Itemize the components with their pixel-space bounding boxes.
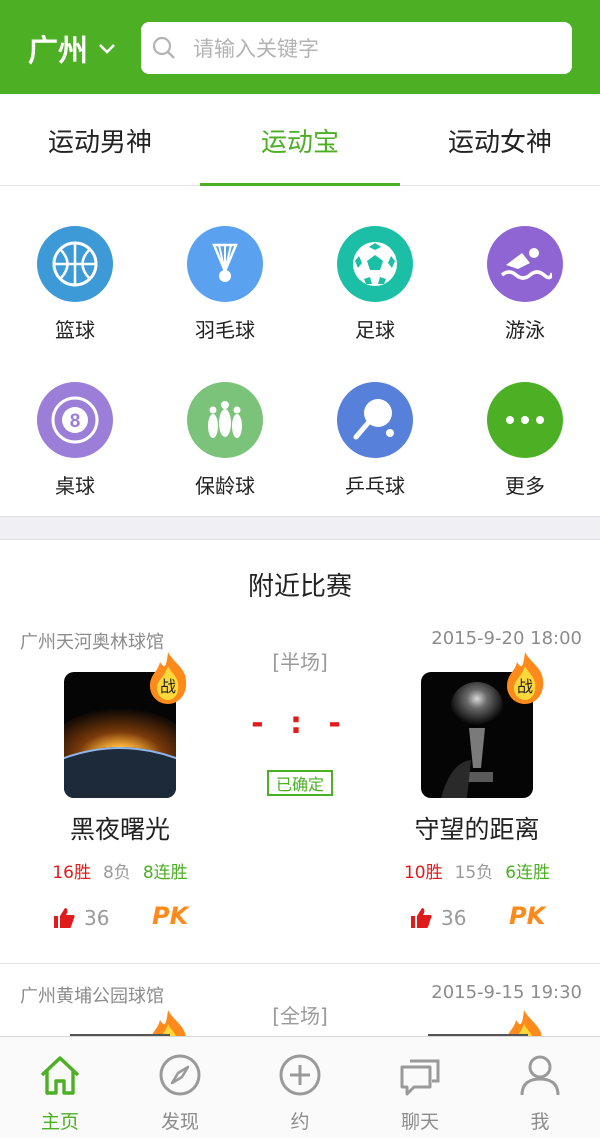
category-grid: 篮球 羽毛球 足球 游泳 8 桌球 保龄球 乒乓球 更多: [0, 186, 600, 516]
nav-me[interactable]: 我: [480, 1037, 600, 1138]
tab-label: 运动女神: [447, 127, 552, 158]
plus-circle-icon: [279, 1054, 321, 1096]
battle-badge-text: 战: [517, 677, 533, 696]
nav-label: 主页: [40, 1111, 79, 1133]
soccer-icon: [337, 226, 413, 302]
category-soccer[interactable]: 足球: [300, 226, 450, 366]
pingpong-icon: [337, 382, 413, 458]
swimming-icon: [487, 226, 563, 302]
category-label: 游泳: [505, 318, 545, 342]
category-label: 乒乓球: [345, 474, 405, 498]
badminton-icon: [187, 226, 263, 302]
battle-badge-icon: 战: [507, 652, 544, 704]
match-divider: [0, 963, 600, 964]
city-label: 广州: [28, 34, 88, 69]
battle-badge-icon: 战: [150, 652, 187, 704]
team-name: 黑夜曙光: [69, 815, 170, 844]
tab-sport-female[interactable]: 运动女神: [400, 94, 600, 186]
home-icon: [40, 1056, 80, 1095]
category-label: 更多: [505, 474, 545, 498]
nav-home[interactable]: 主页: [0, 1037, 120, 1138]
more-icon: [487, 382, 563, 458]
category-more[interactable]: 更多: [450, 382, 600, 522]
search-icon: [152, 36, 175, 59]
category-label: 保龄球: [195, 474, 255, 498]
basketball-icon: [37, 226, 113, 302]
search-input[interactable]: 请输入关键字: [193, 33, 319, 63]
match-time: 2015-9-20 18:00: [431, 628, 582, 649]
losses: 15负: [454, 863, 494, 883]
nav-label: 聊天: [400, 1111, 439, 1133]
category-label: 桌球: [55, 474, 95, 498]
category-bowling[interactable]: 保龄球: [150, 382, 300, 522]
category-label: 篮球: [55, 318, 95, 342]
nav-label: 发现: [160, 1111, 199, 1133]
tab-sport-bao[interactable]: 运动宝: [200, 94, 400, 186]
match-time: 2015-9-15 19:30: [431, 982, 582, 1003]
nav-label: 我: [530, 1111, 550, 1133]
top-bar: 广州 请输入关键字: [0, 0, 600, 94]
search-bar[interactable]: 请输入关键字: [141, 22, 572, 74]
match-venue: 广州黄埔公园球馆: [20, 986, 164, 1007]
category-label: 羽毛球: [195, 318, 255, 342]
nav-discover[interactable]: 发现: [120, 1037, 240, 1138]
bowling-icon: [187, 382, 263, 458]
match-mode: [全场]: [272, 1004, 328, 1028]
wins: 10胜: [403, 863, 443, 883]
match-mode: [半场]: [272, 650, 328, 674]
category-pingpong[interactable]: 乒乓球: [300, 382, 450, 522]
nav-appointment[interactable]: 约: [240, 1037, 360, 1138]
losses: 8负: [102, 863, 131, 883]
chat-icon: [400, 1059, 440, 1096]
match-card[interactable]: 广州天河奥林球馆 2015-9-20 18:00 [半场] - : - 已确定 …: [0, 628, 600, 958]
category-swimming[interactable]: 游泳: [450, 226, 600, 366]
match-score: - : -: [251, 706, 349, 741]
svg-text:8: 8: [70, 411, 81, 432]
team-record: 16胜 8负 8连胜: [0, 858, 240, 883]
match-card[interactable]: 广州黄埔公园球馆 2015-9-15 19:30 [全场]: [0, 982, 600, 1038]
compass-icon: [159, 1054, 201, 1096]
streak: 8连胜: [142, 863, 188, 883]
match-venue: 广州天河奥林球馆: [20, 632, 164, 653]
bottom-nav: 主页 发现 约 聊天 我: [0, 1036, 600, 1138]
tab-sport-male[interactable]: 运动男神: [0, 94, 200, 186]
team-record: 10胜 15负 6连胜: [357, 858, 597, 883]
tab-label: 运动宝: [260, 127, 339, 158]
like-button[interactable]: 36: [52, 906, 109, 930]
thumbs-up-icon: [411, 908, 432, 928]
like-button[interactable]: 36: [409, 906, 466, 930]
streak: 6连胜: [505, 863, 551, 883]
category-basketball[interactable]: 篮球: [0, 226, 150, 366]
chevron-down-icon: [99, 44, 115, 54]
section-divider: [0, 516, 600, 540]
pk-button[interactable]: PK: [509, 902, 545, 930]
nav-chat[interactable]: 聊天: [360, 1037, 480, 1138]
like-count: 36: [84, 906, 110, 930]
wins: 16胜: [52, 863, 91, 883]
thumbs-up-icon: [54, 908, 75, 928]
city-selector[interactable]: 广州: [28, 26, 116, 70]
category-label: 足球: [355, 318, 395, 342]
billiards-icon: 8: [37, 382, 113, 458]
category-badminton[interactable]: 羽毛球: [150, 226, 300, 366]
tab-bar: 运动男神 运动宝 运动女神: [0, 94, 600, 186]
section-title: 附近比赛: [247, 572, 352, 602]
user-icon: [520, 1055, 560, 1096]
battle-badge-text: 战: [160, 677, 176, 696]
tab-label: 运动男神: [47, 127, 152, 158]
status-badge: 已确定: [267, 770, 333, 796]
nav-label: 约: [290, 1111, 310, 1133]
category-billiards[interactable]: 8 桌球: [0, 382, 150, 522]
team-name: 守望的距离: [414, 815, 540, 844]
pk-button[interactable]: PK: [152, 902, 188, 930]
like-count: 36: [441, 906, 467, 930]
